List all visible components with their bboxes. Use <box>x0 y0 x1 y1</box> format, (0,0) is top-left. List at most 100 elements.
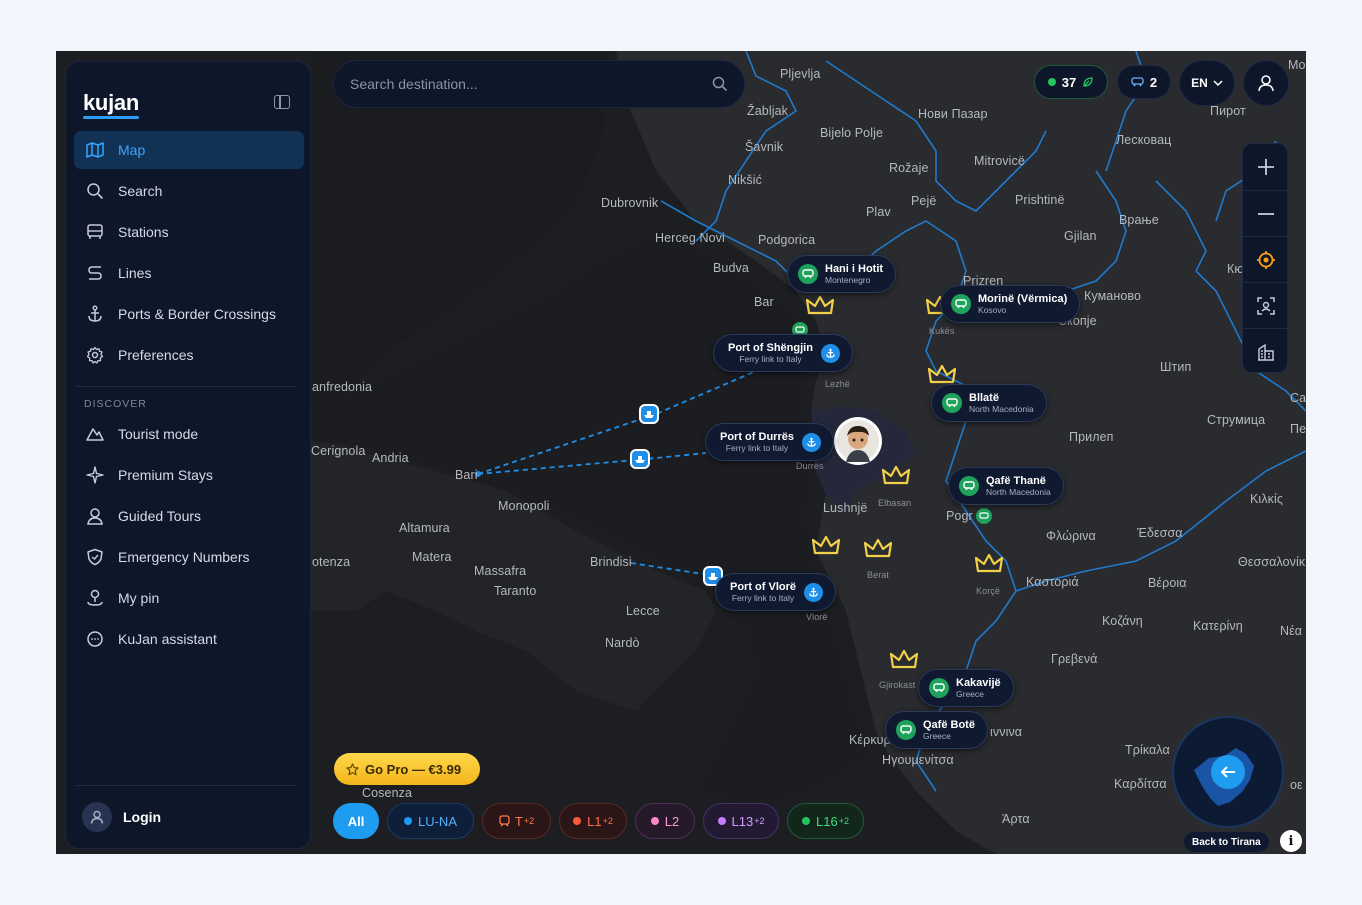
sidebar-collapse-icon[interactable] <box>274 95 290 109</box>
station-card[interactable]: Kakavijë Greece <box>918 669 1014 707</box>
filter-l13[interactable]: L13 +2 <box>703 803 779 839</box>
map-label: Rožaje <box>889 161 929 175</box>
filter-t[interactable]: T +2 <box>482 803 551 839</box>
station-country: Greece <box>956 689 984 699</box>
line-dot-icon <box>717 817 726 825</box>
filter-l2[interactable]: L2 <box>635 803 695 839</box>
search-icon[interactable] <box>712 76 728 92</box>
user-icon <box>1258 75 1274 92</box>
station-card[interactable]: Bllatë North Macedonia <box>931 384 1047 422</box>
discover-heading: DISCOVER <box>84 398 147 410</box>
route-icon <box>88 266 102 280</box>
crown-icon[interactable] <box>890 649 918 671</box>
nav-map[interactable]: Map <box>74 131 304 169</box>
nav-ports[interactable]: Ports & Border Crossings <box>74 295 304 333</box>
map-label: Vlorë <box>806 612 828 622</box>
bus-icon <box>951 294 971 314</box>
nav-label: Guided Tours <box>118 508 202 524</box>
profile-button[interactable] <box>1243 60 1289 106</box>
nav-tourist-mode[interactable]: Tourist mode <box>74 415 304 453</box>
map-label: οε <box>1290 778 1303 792</box>
back-to-tirana-button[interactable] <box>1211 755 1245 789</box>
station-country: North Macedonia <box>986 487 1051 497</box>
map-label: Ηγουμενίτσα <box>882 753 954 767</box>
line-dot-icon <box>573 817 582 825</box>
search-input[interactable] <box>350 76 712 92</box>
ferry-icon[interactable] <box>630 449 650 469</box>
map-label: Bar <box>754 295 774 309</box>
star-icon <box>346 762 359 775</box>
nav-label: Preferences <box>118 347 194 363</box>
go-pro-button[interactable]: Go Pro — €3.99 <box>334 753 480 785</box>
nav-search[interactable]: Search <box>74 172 304 210</box>
port-card[interactable]: Port of Durrës Ferry link to Italy <box>705 423 834 461</box>
chat-icon <box>87 631 103 647</box>
active-count-pill[interactable]: 37 <box>1034 65 1108 99</box>
station-card[interactable]: Qafë Thanë North Macedonia <box>948 467 1064 505</box>
nav-my-pin[interactable]: My pin <box>74 579 304 617</box>
map-label: Bijelo Polje <box>820 126 884 140</box>
station-card[interactable]: Hani i Hotit Montenegro <box>787 255 897 293</box>
map-label: Nikšić <box>728 173 762 187</box>
port-card[interactable]: Port of Vlorë Ferry link to Italy <box>715 573 837 611</box>
filter-extra: +2 <box>754 816 765 826</box>
port-sub: Ferry link to Italy <box>731 593 795 603</box>
filter-lu-na[interactable]: LU-NA <box>387 803 474 839</box>
nav-emergency-numbers[interactable]: Emergency Numbers <box>74 538 304 576</box>
focus-button[interactable] <box>1243 282 1289 328</box>
map-label: Φλώρινα <box>1046 529 1096 543</box>
map-label: Βέροια <box>1148 576 1187 590</box>
crown-icon[interactable] <box>928 364 956 386</box>
guide-icon <box>87 508 103 525</box>
map-label: Matera <box>412 550 452 564</box>
bus-count: 2 <box>1149 74 1158 90</box>
app-logo[interactable]: kujan <box>83 90 139 119</box>
map-label: Врање <box>1119 213 1159 227</box>
locate-me-button[interactable] <box>1243 236 1289 282</box>
nav-preferences[interactable]: Preferences <box>74 336 304 374</box>
station-country: Montenegro <box>825 275 871 285</box>
crown-icon[interactable] <box>806 295 834 317</box>
anchor-icon <box>804 582 824 602</box>
map-label: Budva <box>713 261 749 275</box>
nav-guided-tours[interactable]: Guided Tours <box>74 497 304 535</box>
ferry-icon[interactable] <box>639 404 659 424</box>
map-label: Pejë <box>911 194 937 208</box>
map-label: Έδεσσα <box>1137 526 1183 540</box>
bus-count-pill[interactable]: 2 <box>1117 65 1171 99</box>
language-selector[interactable]: EN <box>1179 60 1235 106</box>
crown-icon[interactable] <box>812 535 840 557</box>
info-button[interactable]: i <box>1280 830 1302 852</box>
crown-icon[interactable] <box>882 465 910 487</box>
crown-icon[interactable] <box>975 553 1003 575</box>
crown-icon[interactable] <box>864 538 892 560</box>
nav-kujan-assistant[interactable]: KuJan assistant <box>74 620 304 658</box>
station-card[interactable]: Qafë Botë Greece <box>885 711 988 749</box>
nav-label: Map <box>118 142 146 158</box>
nav-lines[interactable]: Lines <box>74 254 304 292</box>
map-label: Gjilan <box>1064 229 1097 243</box>
filter-label: LU-NA <box>417 813 457 829</box>
nav-stations[interactable]: Stations <box>74 213 304 251</box>
station-dot[interactable] <box>976 508 992 524</box>
login-button[interactable]: Login <box>82 802 161 832</box>
mountain-icon <box>86 428 104 441</box>
filter-l16[interactable]: L16 +2 <box>787 803 864 839</box>
train-icon <box>499 815 510 827</box>
shield-icon <box>87 548 103 566</box>
port-card[interactable]: Port of Shëngjin Ferry link to Italy <box>713 334 853 372</box>
map-label: Monopoli <box>498 499 550 513</box>
map-label: ιννινα <box>990 725 1023 739</box>
zoom-out-button[interactable] <box>1243 190 1289 236</box>
user-location-avatar[interactable] <box>834 417 882 465</box>
map-label: Herceg Novi <box>655 231 725 245</box>
station-card[interactable]: Morinë (Vërmica) Kosovo <box>940 285 1081 323</box>
filter-all[interactable]: All <box>333 803 379 839</box>
nav-premium-stays[interactable]: Premium Stays <box>74 456 304 494</box>
map-label: Brindisi <box>590 555 632 569</box>
filter-l1[interactable]: L1 +2 <box>559 803 627 839</box>
back-to-tirana-label[interactable]: Back to Tirana <box>1184 832 1269 852</box>
map-label: Κατερίνη <box>1193 619 1243 633</box>
buildings-button[interactable] <box>1243 328 1289 374</box>
zoom-in-button[interactable] <box>1243 144 1289 190</box>
